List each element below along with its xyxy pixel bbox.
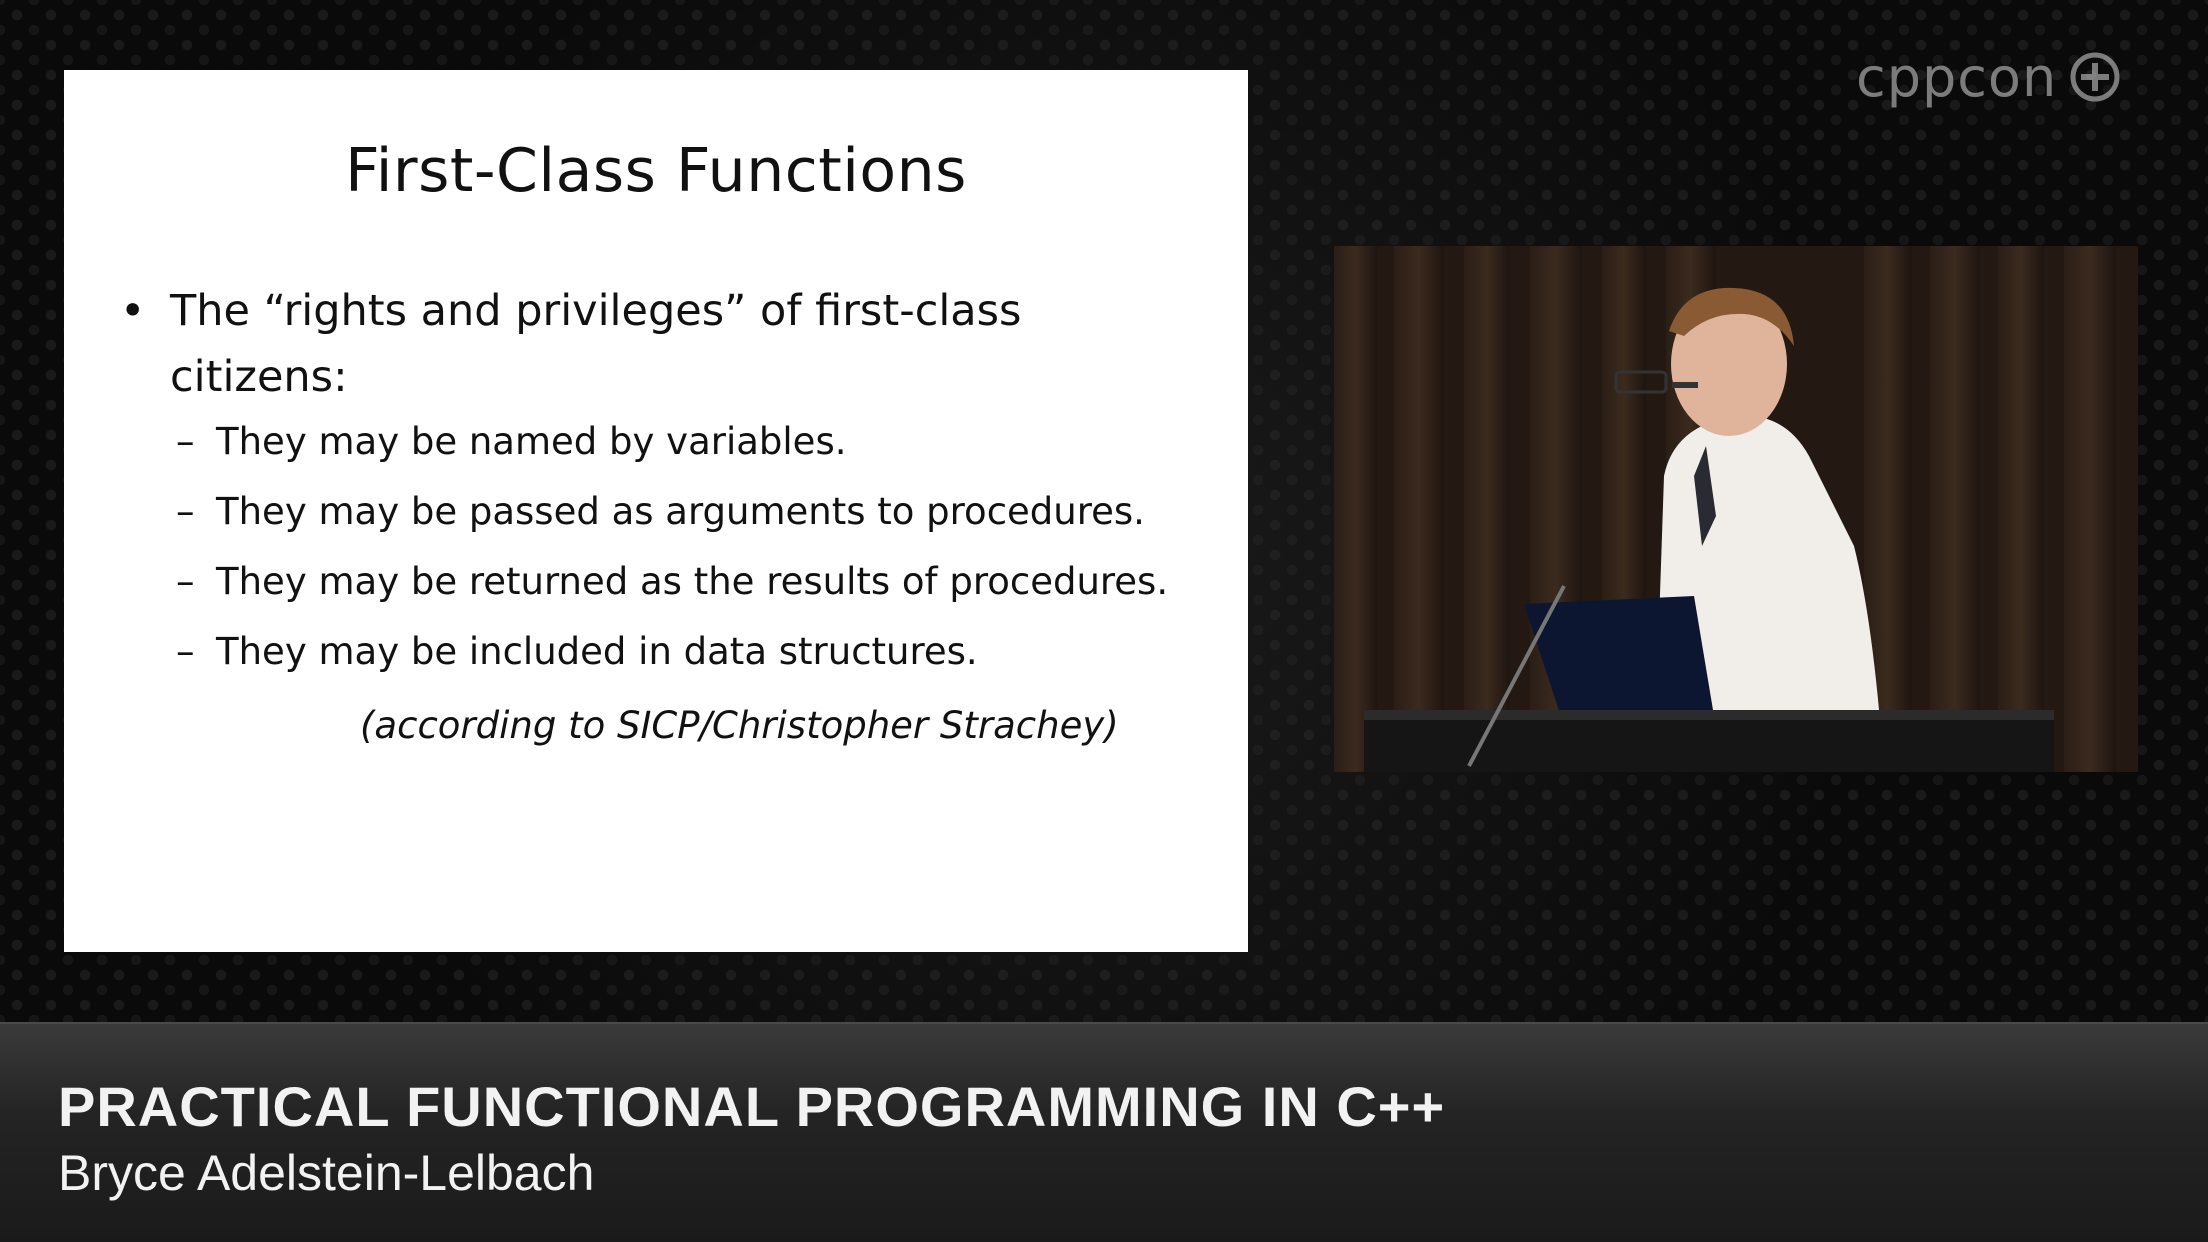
sub-bullet-text: They may be named by variables. bbox=[216, 420, 847, 463]
slide-title: First-Class Functions bbox=[345, 136, 967, 206]
speaker-video bbox=[1334, 246, 2138, 772]
dash-marker: – bbox=[176, 490, 195, 533]
sub-bullet-item: – They may be included in data structures… bbox=[176, 630, 978, 673]
talk-title: PRACTICAL FUNCTIONAL PROGRAMMING IN C++ bbox=[58, 1075, 1446, 1138]
speaker-video-scene bbox=[1334, 246, 2138, 772]
sub-bullet-text: They may be passed as arguments to proce… bbox=[216, 490, 1145, 533]
lower-third-banner: PRACTICAL FUNCTIONAL PROGRAMMING IN C++ … bbox=[0, 1022, 2208, 1242]
sub-bullet-item: – They may be named by variables. bbox=[176, 420, 846, 463]
dash-marker: – bbox=[176, 420, 195, 463]
conference-video-frame: First-Class Functions • The “rights and … bbox=[0, 0, 2208, 1242]
dash-marker: – bbox=[176, 560, 195, 603]
dash-marker: – bbox=[176, 630, 195, 673]
sub-bullet-text: They may be included in data structures. bbox=[216, 630, 978, 673]
sub-bullet-item: – They may be passed as arguments to proc… bbox=[176, 490, 1145, 533]
cppcon-logo: cppcon bbox=[1856, 42, 2121, 112]
logo-text: cppcon bbox=[1856, 45, 2058, 109]
sub-bullet-text: They may be returned as the results of p… bbox=[216, 560, 1169, 603]
bullet-dot: • bbox=[120, 286, 146, 336]
plus-circle-icon bbox=[2070, 52, 2120, 102]
slide-citation: (according to SICP/Christopher Strachey) bbox=[360, 704, 1119, 747]
presentation-slide: First-Class Functions • The “rights and … bbox=[64, 70, 1248, 952]
speaker-name: Bryce Adelstein-Lelbach bbox=[58, 1145, 595, 1201]
bullet-text: The “rights and privileges” of first-cla… bbox=[170, 286, 1022, 402]
sub-bullet-item: – They may be returned as the results of … bbox=[176, 560, 1168, 603]
